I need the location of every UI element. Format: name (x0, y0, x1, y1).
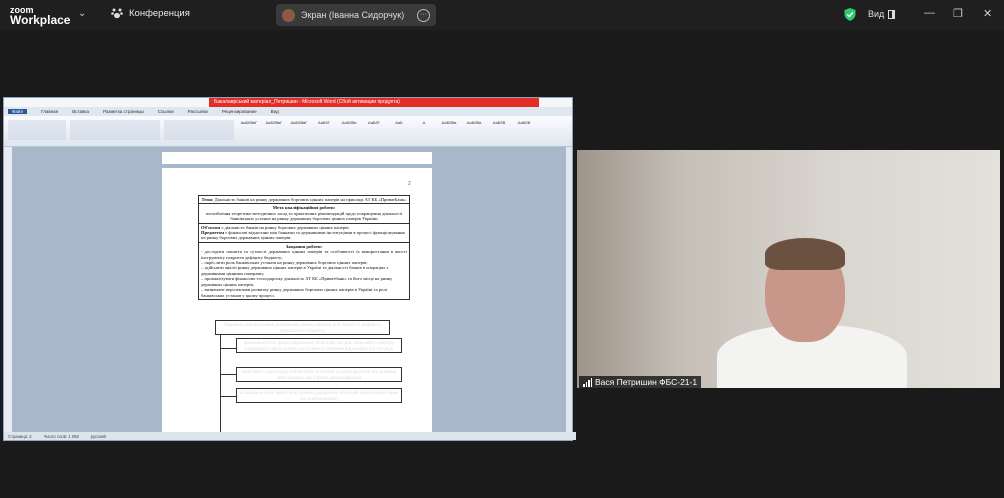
style-item[interactable]: АаБбВвГ (238, 119, 260, 137)
styles-gallery: АаБбВвГ АаБбВвГ АаБбВвГ АаБбГ АаБбВв АаБ… (238, 119, 535, 137)
page-previous (162, 152, 432, 164)
word-ribbon-tabs: Файл Главная Вставка Разметка страницы С… (4, 107, 572, 116)
view-label: Вид (868, 9, 885, 19)
close-icon[interactable]: ✕ (983, 7, 992, 20)
style-item[interactable]: А (413, 119, 435, 137)
word-title: Бакалаврський матеріал_Петришин - Micros… (214, 99, 400, 105)
status-page: Страница: 2 (8, 433, 32, 439)
style-item[interactable]: АаБ (388, 119, 410, 137)
zoom-logo: zoom Workplace (10, 5, 71, 27)
topic-table: Тема: Діяльність банків на ринку державн… (198, 195, 410, 300)
document-area: 2 Тема: Діяльність банків на ринку держа… (12, 147, 566, 432)
style-item[interactable]: АаБбВ (488, 119, 510, 137)
diagram-title-box: Переваги використання державних цінних п… (215, 320, 390, 335)
view-button[interactable]: Вид (868, 9, 896, 19)
page-current: 2 Тема: Діяльність банків на ринку держа… (162, 168, 432, 432)
tasks-row: Завдання роботи: - дослідити поняття та … (201, 243, 407, 298)
paw-icon (111, 8, 123, 19)
shield-icon[interactable] (844, 8, 856, 21)
zoom-top-bar: zoom Workplace ⌄ Конференция Экран (Іван… (0, 0, 1004, 30)
style-item[interactable]: АаБбГ (363, 119, 385, 137)
meeting-menu-button[interactable]: Конференция (111, 7, 190, 19)
style-item[interactable]: АаБбВвГ (263, 119, 285, 137)
tab-layout[interactable]: Разметка страницы (103, 109, 144, 114)
topic-row: Тема: Діяльність банків на ринку державн… (199, 196, 409, 205)
participant-name-tag: Вася Петришин ФБС-21-1 (579, 376, 702, 388)
word-title-bar: Бакалаврський матеріал_Петришин - Micros… (4, 98, 572, 107)
restore-icon[interactable]: ❐ (953, 7, 963, 20)
shared-word-window: Бакалаврський матеріал_Петришин - Micros… (3, 97, 576, 441)
tab-review[interactable]: Рецензирование (222, 109, 257, 114)
tab-mailings[interactable]: Рассылки (188, 109, 208, 114)
signal-bars-icon (583, 377, 592, 387)
status-language: русский (90, 433, 106, 439)
screen-share-indicator[interactable]: Экран (Іванна Сидорчук) ··· (276, 4, 436, 26)
style-item[interactable]: АаБбВв (338, 119, 360, 137)
participant-video-tile[interactable]: Вася Петришин ФБС-21-1 (577, 150, 1000, 388)
minimize-icon[interactable]: — (924, 7, 935, 19)
status-word-count: Число слов: 1 058 (43, 433, 79, 439)
style-item[interactable]: АаБбВ (513, 119, 535, 137)
meeting-menu-label: Конференция (129, 7, 190, 19)
avatar (282, 8, 295, 22)
style-item[interactable]: АаБбГ (313, 119, 335, 137)
diagram-item-box: різноманітність форм державних облігацій… (236, 338, 402, 353)
page-number: 2 (408, 181, 411, 187)
vertical-scrollbar[interactable] (566, 147, 572, 432)
tab-home[interactable]: Главная (41, 109, 58, 114)
word-ribbon: АаБбВвГ АаБбВвГ АаБбВвГ АаБбГ АаБбВв АаБ… (4, 116, 572, 147)
chevron-down-icon[interactable]: ⌄ (78, 8, 86, 19)
style-item[interactable]: АаБбВвГ (288, 119, 310, 137)
diagram-item-box: розширене коло інвесторів (заміна держав… (236, 388, 402, 403)
view-layout-icon (888, 9, 896, 19)
goal-row: Мета кваліфікаційної роботи: поглиблення… (199, 204, 409, 224)
tab-insert[interactable]: Вставка (72, 109, 89, 114)
diagram-item-box: можливість розподілу зобов'язань платежі… (236, 367, 402, 382)
word-status-bar: Страница: 2 Число слов: 1 058 русский (4, 432, 576, 440)
object-row: Об'єктом є діяльність банків на ринку бо… (199, 224, 409, 243)
tab-view[interactable]: Вид (271, 109, 279, 114)
more-icon[interactable]: ··· (417, 9, 430, 22)
style-item[interactable]: АаБбВв (438, 119, 460, 137)
style-item[interactable]: АаБбВв (463, 119, 485, 137)
share-label: Экран (Іванна Сидорчук) (301, 10, 405, 20)
participant-name: Вася Петришин ФБС-21-1 (595, 377, 698, 387)
tab-references[interactable]: Ссылки (158, 109, 174, 114)
tab-file[interactable]: Файл (8, 109, 28, 114)
